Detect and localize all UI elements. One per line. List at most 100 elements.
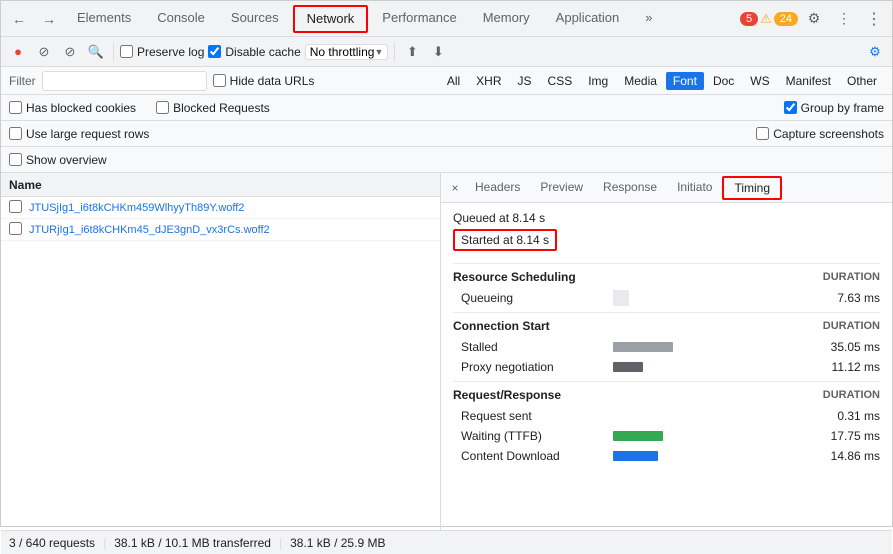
preserve-log-checkbox[interactable] — [120, 45, 133, 58]
settings-btn[interactable]: ⚙ — [864, 41, 886, 63]
tab-bar-right: 5 ⚠ 24 ⚙ ⋮ ⋮ — [740, 5, 888, 33]
filter-icon[interactable]: ⊘ — [59, 41, 81, 63]
status-divider-1: | — [103, 536, 106, 550]
filter-chip-ws[interactable]: WS — [743, 72, 776, 90]
group-by-frame-label[interactable]: Group by frame — [784, 101, 884, 115]
request-sent-bar — [613, 411, 810, 421]
close-panel-button[interactable]: × — [445, 181, 465, 195]
main-content: Name JTUSjIg1_i6t8kCHKm459WlhyyTh89Y.wof… — [1, 173, 892, 530]
blocked-requests-checkbox[interactable] — [156, 101, 169, 114]
connection-start-title: Connection Start — [453, 319, 550, 333]
content-download-bar-fill — [613, 451, 658, 461]
has-blocked-cookies-checkbox[interactable] — [9, 101, 22, 114]
resource-scheduling-header: Resource Scheduling DURATION — [453, 263, 880, 288]
filter-chip-font[interactable]: Font — [666, 72, 704, 90]
devtools-settings-icon[interactable]: ⋮ — [860, 5, 888, 33]
request-response-duration-header: DURATION — [823, 389, 880, 401]
filter-chip-xhr[interactable]: XHR — [469, 72, 508, 90]
content-download-duration: 14.86 ms — [810, 449, 880, 463]
search-icon[interactable]: 🔍 — [85, 41, 107, 63]
hide-data-urls-checkbox[interactable] — [213, 74, 226, 87]
timing-row-stalled: Stalled 35.05 ms — [453, 337, 880, 357]
has-blocked-cookies-label[interactable]: Has blocked cookies — [9, 101, 136, 115]
record-icon[interactable]: ● — [7, 41, 29, 63]
filter-chip-js[interactable]: JS — [511, 72, 539, 90]
use-large-rows-label[interactable]: Use large request rows — [9, 127, 149, 141]
sub-tab-headers[interactable]: Headers — [465, 173, 530, 203]
devtools-icon[interactable]: ⚙ — [864, 41, 886, 63]
requests-count: 3 / 640 requests — [9, 536, 95, 550]
filter-chip-css[interactable]: CSS — [541, 72, 580, 90]
timing-row-content-download: Content Download 14.86 ms — [453, 446, 880, 466]
tab-console[interactable]: Console — [145, 1, 217, 37]
capture-screenshots-text: Capture screenshots — [773, 127, 884, 141]
resource-scheduling-duration-header: DURATION — [823, 271, 880, 283]
tab-network[interactable]: Network — [293, 5, 369, 33]
item-check-1[interactable] — [9, 222, 22, 235]
request-sent-label: Request sent — [453, 409, 613, 423]
sub-tab-preview[interactable]: Preview — [530, 173, 593, 203]
export-icon[interactable]: ⬆ — [401, 41, 423, 63]
tab-bar: ← → Elements Console Sources Network Per… — [1, 1, 892, 37]
tab-more[interactable]: » — [633, 1, 664, 37]
group-by-frame-text: Group by frame — [801, 101, 884, 115]
hide-data-urls-label[interactable]: Hide data URLs — [213, 74, 315, 88]
filter-input[interactable] — [42, 71, 207, 91]
group-by-frame-checkbox[interactable] — [784, 101, 797, 114]
show-overview-checkbox[interactable] — [9, 153, 22, 166]
settings-icon[interactable]: ⚙ — [800, 5, 828, 33]
filter-chip-manifest[interactable]: Manifest — [779, 72, 838, 90]
capture-screenshots-checkbox[interactable] — [756, 127, 769, 140]
proxy-bar — [613, 362, 810, 372]
use-large-rows-checkbox[interactable] — [9, 127, 22, 140]
sub-tab-bar: × Headers Preview Response Initiato Timi… — [441, 173, 892, 203]
filter-chips: All XHR JS CSS Img Media Font Doc WS Man… — [440, 72, 884, 90]
blocked-requests-label[interactable]: Blocked Requests — [156, 101, 270, 115]
resource-scheduling-title: Resource Scheduling — [453, 270, 576, 284]
network-item-1[interactable]: JTURjIg1_i6t8kCHKm45_dJE3gnD_vx3rCs.woff… — [1, 219, 440, 241]
tab-memory[interactable]: Memory — [471, 1, 542, 37]
status-bar: 3 / 640 requests | 38.1 kB / 10.1 MB tra… — [1, 530, 892, 554]
preserve-log-text: Preserve log — [137, 45, 204, 59]
sub-tab-timing[interactable]: Timing — [722, 176, 782, 200]
chevron-down-icon: ▼ — [374, 47, 383, 57]
filter-chip-media[interactable]: Media — [617, 72, 664, 90]
show-overview-label[interactable]: Show overview — [9, 153, 107, 167]
item-check-0[interactable] — [9, 200, 22, 213]
tab-performance[interactable]: Performance — [370, 1, 468, 37]
options-row-2: Use large request rows Capture screensho… — [1, 121, 892, 147]
ttfb-bar-fill — [613, 431, 663, 441]
tab-application[interactable]: Application — [544, 1, 632, 37]
queueing-bar — [613, 293, 810, 303]
disable-cache-text: Disable cache — [225, 45, 300, 59]
network-item-0[interactable]: JTUSjIg1_i6t8kCHKm459WlhyyTh89Y.woff2 — [1, 197, 440, 219]
filter-label: Filter — [9, 74, 36, 88]
forward-icon[interactable]: → — [35, 5, 63, 33]
filter-chip-other[interactable]: Other — [840, 72, 884, 90]
tab-sources[interactable]: Sources — [219, 1, 291, 37]
filter-chip-all[interactable]: All — [440, 72, 467, 90]
filter-chip-doc[interactable]: Doc — [706, 72, 741, 90]
proxy-label: Proxy negotiation — [453, 360, 613, 374]
toolbar: ● ⊘ ⊘ 🔍 Preserve log Disable cache No th… — [1, 37, 892, 67]
content-download-bar — [613, 451, 810, 461]
filter-chip-img[interactable]: Img — [581, 72, 615, 90]
queueing-label: Queueing — [453, 291, 613, 305]
capture-screenshots-label[interactable]: Capture screenshots — [756, 127, 884, 141]
options-row-3: Show overview — [1, 147, 892, 173]
back-icon[interactable]: ← — [5, 5, 33, 33]
throttle-wrapper: No throttling ▼ — [305, 44, 389, 60]
stop-icon[interactable]: ⊘ — [33, 41, 55, 63]
tab-elements[interactable]: Elements — [65, 1, 143, 37]
queued-at: Queued at 8.14 s — [453, 211, 880, 225]
sub-tab-response[interactable]: Response — [593, 173, 667, 203]
sub-tab-initiator[interactable]: Initiato — [667, 173, 722, 203]
import-icon[interactable]: ⬇ — [427, 41, 449, 63]
started-box: Started at 8.14 s — [453, 229, 557, 251]
preserve-log-label[interactable]: Preserve log — [120, 45, 204, 59]
item-checkbox-1 — [9, 222, 29, 238]
more-icon[interactable]: ⋮ — [830, 5, 858, 33]
disable-cache-label[interactable]: Disable cache — [208, 45, 300, 59]
disable-cache-checkbox[interactable] — [208, 45, 221, 58]
connection-start-header: Connection Start DURATION — [453, 312, 880, 337]
